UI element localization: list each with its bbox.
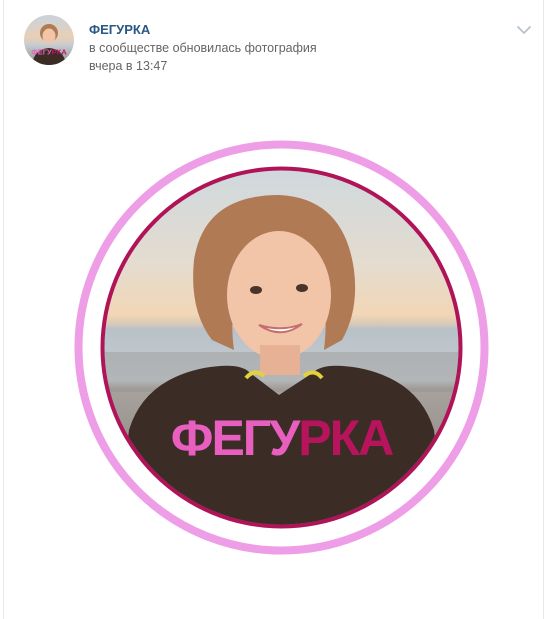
avatar-image: ФЕГУРКА xyxy=(24,15,74,65)
chevron-down-icon[interactable] xyxy=(514,22,534,38)
post-timestamp-link[interactable]: вчера в 13:47 xyxy=(89,58,167,74)
post-action-text: в сообществе обновилась фотография xyxy=(89,41,317,55)
photo-overlay-text: ФЕГУРКА xyxy=(171,410,393,466)
community-photo[interactable]: ФЕГУРКА xyxy=(74,140,489,555)
avatar-logo-text: ФЕГУРКА xyxy=(31,48,67,57)
author-name-link[interactable]: ФЕГУРКА xyxy=(89,22,150,38)
feed-post: ФЕГУРКА ФЕГУРКА в сообществе обновилась … xyxy=(3,0,544,619)
community-avatar[interactable]: ФЕГУРКА xyxy=(24,15,74,65)
photo-image: ФЕГУРКА xyxy=(74,140,489,555)
